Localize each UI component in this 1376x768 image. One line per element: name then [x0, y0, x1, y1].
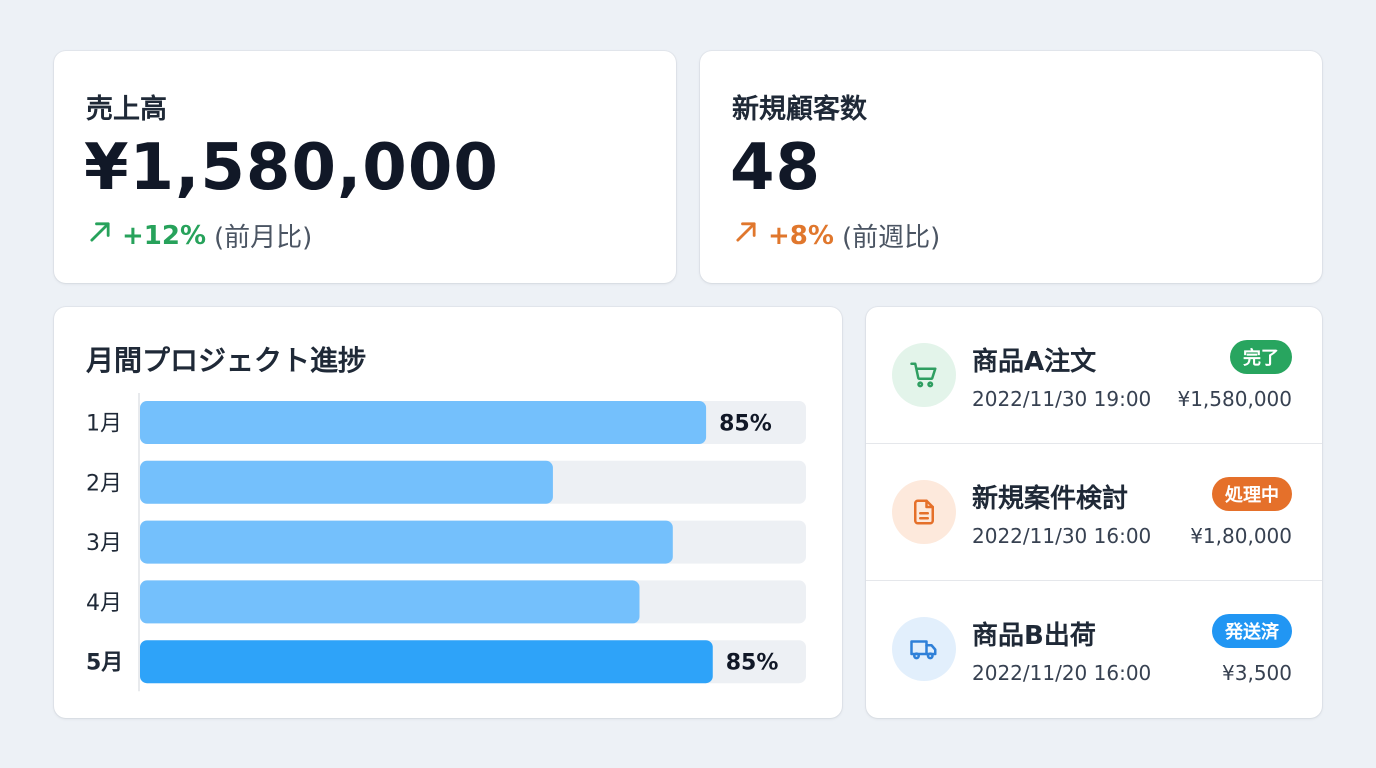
activity-date: 2022/11/20 16:00: [972, 661, 1152, 685]
customers-trend-value: +8%: [768, 220, 834, 251]
project-progress-card: 月間プロジェクト進捗 1月 85% 2月 3月 4月 5月 85%: [54, 307, 842, 718]
customers-trend-note: (前週比): [841, 223, 941, 253]
arrow-up-right-icon: [86, 218, 114, 253]
bar-value-label: 85%: [719, 412, 772, 437]
activity-list-card: 商品A注文 完了 2022/11/30 19:00 ¥1,580,000 新規案…: [866, 307, 1322, 718]
sales-trend-note: (前月比): [214, 223, 313, 253]
list-item[interactable]: 新規案件検討 処理中 2022/11/30 16:00 ¥1,80,000: [866, 444, 1322, 581]
status-badge: 発送済: [1212, 614, 1292, 648]
progress-bar: [140, 580, 640, 624]
list-item[interactable]: 商品B出荷 発送済 2022/11/20 16:00 ¥3,500: [866, 581, 1322, 718]
sales-kpi-card: 売上高 ¥1,580,000 +12% (前月比): [54, 51, 676, 283]
activity-amount: ¥1,580,000: [1177, 387, 1292, 411]
sales-kpi-label: 売上高: [86, 94, 167, 125]
activity-title: 商品A注文: [972, 347, 1097, 377]
status-badge: 完了: [1230, 340, 1292, 374]
bar-value-label: 85%: [726, 651, 779, 676]
customers-kpi-value: 48: [730, 131, 822, 205]
sales-trend-value: +12%: [122, 220, 207, 251]
shopping-cart-icon: [892, 343, 956, 407]
customers-kpi-label: 新規顧客数: [732, 94, 867, 125]
category-label: 5月: [86, 651, 123, 676]
activity-amount: ¥1,80,000: [1190, 524, 1292, 548]
status-badge: 処理中: [1212, 477, 1292, 511]
activity-title: 商品B出荷: [972, 621, 1096, 651]
progress-bar: [140, 640, 713, 684]
document-icon: [892, 480, 956, 544]
activity-date: 2022/11/30 16:00: [972, 524, 1152, 548]
sales-kpi-value: ¥1,580,000: [84, 131, 499, 205]
activity-amount: ¥3,500: [1222, 661, 1292, 685]
category-label: 2月: [86, 471, 122, 496]
progress-bar: [140, 520, 673, 564]
activity-title: 新規案件検討: [972, 484, 1129, 514]
category-label: 3月: [86, 531, 122, 556]
activity-date: 2022/11/30 19:00: [972, 387, 1152, 411]
list-item[interactable]: 商品A注文 完了 2022/11/30 19:00 ¥1,580,000: [866, 307, 1322, 444]
category-label: 1月: [86, 412, 122, 437]
truck-icon: [892, 617, 956, 681]
progress-bar-chart: 1月 85% 2月 3月 4月 5月 85%: [86, 393, 806, 692]
progress-bar: [140, 401, 707, 444]
customers-kpi-trend: +8% (前週比): [732, 217, 940, 254]
category-label: 4月: [86, 591, 122, 616]
progress-bar: [140, 460, 553, 504]
sales-kpi-trend: +12% (前月比): [86, 217, 312, 254]
customers-kpi-card: 新規顧客数 48 +8% (前週比): [700, 51, 1322, 283]
arrow-up-right-icon: [732, 218, 760, 253]
